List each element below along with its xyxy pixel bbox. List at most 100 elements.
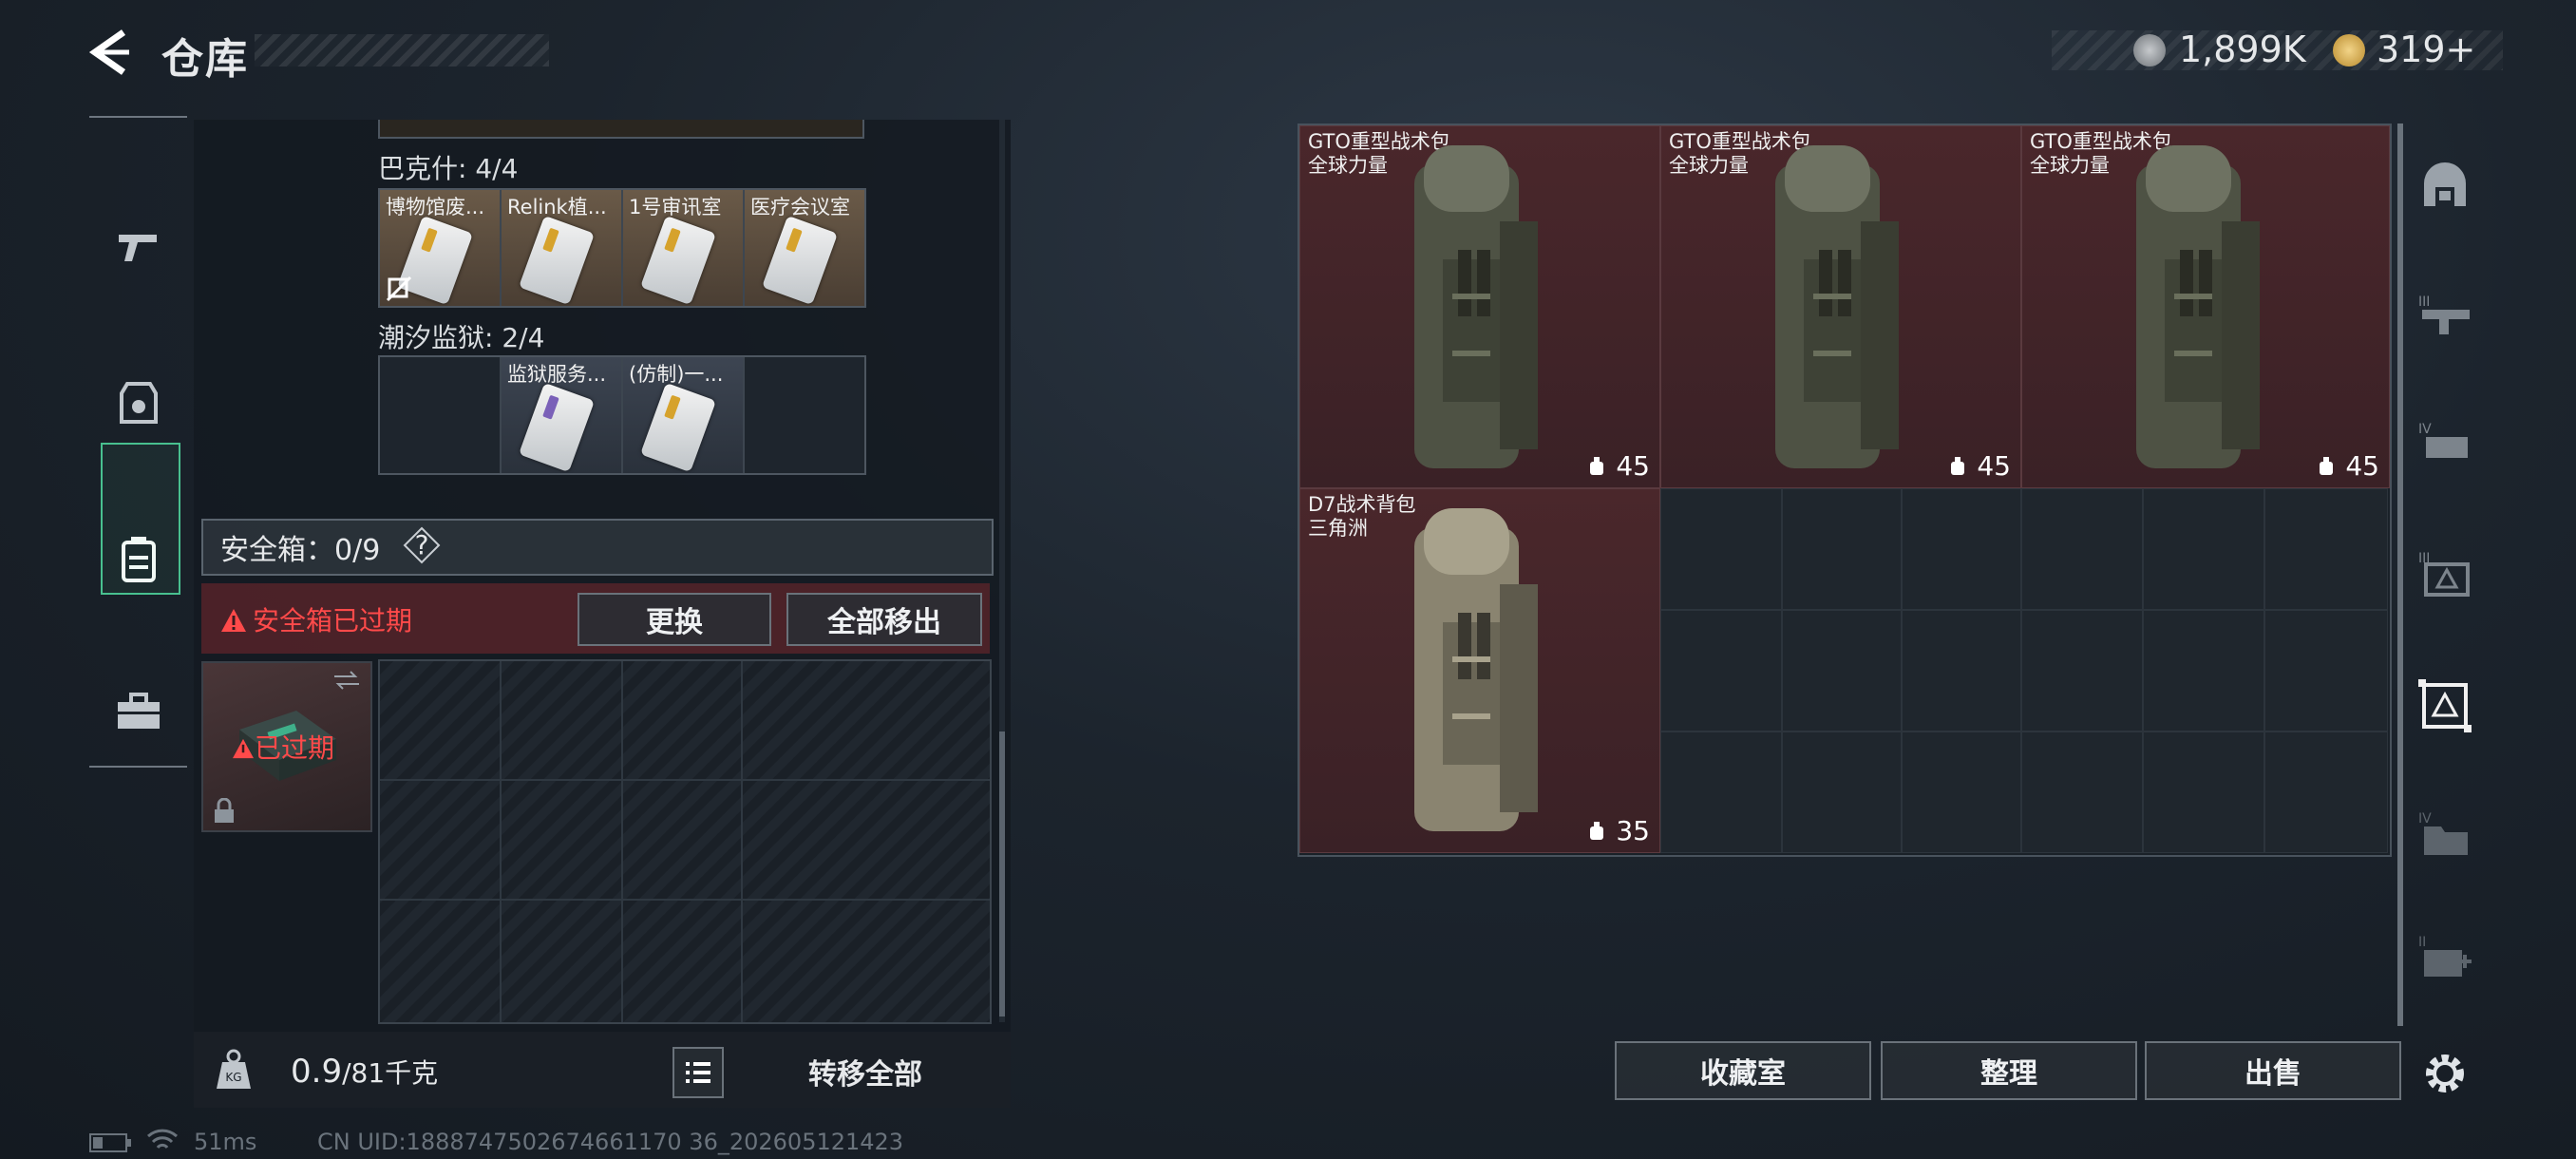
- category-hideout[interactable]: [2409, 124, 2481, 247]
- category-weapons-iii[interactable]: III: [2409, 253, 2481, 376]
- empty-storage-slot[interactable]: [1902, 488, 2021, 610]
- help-label: ?: [414, 529, 429, 560]
- tier4-folder-icon: IV: [2418, 811, 2468, 855]
- bag-brand: 三角洲: [1308, 517, 1368, 540]
- empty-storage-slot[interactable]: [1782, 488, 1902, 610]
- empty-storage-slot[interactable]: [1902, 732, 2021, 853]
- key-grid-tidal-prison: 监狱服务... (仿制)一...: [378, 355, 866, 475]
- transfer-all-button[interactable]: 转移全部: [741, 1043, 990, 1100]
- warning-icon: [233, 738, 254, 759]
- weight-icon: KG: [217, 1049, 251, 1089]
- replace-button[interactable]: 更换: [578, 593, 771, 646]
- bag-item-slot[interactable]: GTO重型战术包 全球力量 45: [1660, 125, 2021, 488]
- bag-item-slot[interactable]: GTO重型战术包 全球力量 45: [1299, 125, 1660, 488]
- empty-storage-slot[interactable]: [2143, 732, 2264, 853]
- safe-box-grid[interactable]: [378, 659, 992, 1024]
- capacity-icon: [2320, 457, 2334, 475]
- ping-readout: 51ms: [194, 1129, 257, 1155]
- key-card-label: 1号审讯室: [629, 196, 722, 218]
- key-card-slot[interactable]: 监狱服务...: [502, 357, 623, 473]
- category-weapons-iv[interactable]: IV: [2409, 380, 2481, 504]
- silver-coin-icon: [2133, 34, 2166, 66]
- empty-storage-slot[interactable]: [2264, 610, 2388, 732]
- expired-badge: 已过期: [232, 728, 334, 766]
- key-card-slot[interactable]: 博物馆废...: [380, 190, 502, 306]
- battery-icon: [89, 1133, 131, 1152]
- empty-storage-slot[interactable]: [1782, 610, 1902, 732]
- bag-item-slot[interactable]: D7战术背包 三角洲 35: [1299, 488, 1660, 853]
- key-card-slot[interactable]: (仿制)一...: [623, 357, 745, 473]
- sell-button[interactable]: 出售: [2145, 1041, 2401, 1100]
- swap-icon: [334, 671, 359, 690]
- svg-text:IV: IV: [2418, 811, 2432, 826]
- tier3-weapon-icon: III: [2418, 294, 2470, 334]
- settings-button[interactable]: [2409, 1045, 2481, 1102]
- group-label-tidal-prison: 潮汐监狱: 2/4: [378, 322, 545, 353]
- backpack-storage-grid: GTO重型战术包全球力量 45 GTO重型战术包全球力量 45 GTO重型战: [1297, 124, 2392, 857]
- group-label-bakesh: 巴克什: 4/4: [378, 153, 519, 184]
- toolbox-icon: [117, 693, 160, 729]
- empty-key-slot[interactable]: [380, 357, 502, 473]
- gold-coin-icon: [2333, 34, 2365, 66]
- empty-key-slot[interactable]: [745, 357, 864, 473]
- empty-storage-slot[interactable]: [1660, 488, 1782, 610]
- key-card-icon: [519, 215, 595, 306]
- empty-storage-slot[interactable]: [2021, 610, 2143, 732]
- category-folder-iv[interactable]: IV: [2409, 771, 2481, 895]
- backpack-image: [1775, 145, 1899, 468]
- bag-capacity: 45: [1947, 450, 2011, 482]
- tier-armor-icon: [2418, 679, 2472, 732]
- key-card-label: (仿制)一...: [629, 363, 724, 386]
- safe-box-warning: 安全箱已过期: [220, 600, 412, 638]
- tier2-medkit-icon: II: [2418, 935, 2472, 977]
- gold-amount[interactable]: 319+: [2377, 28, 2475, 70]
- tier3-armor-icon: III: [2418, 551, 2470, 597]
- nav-toolbox[interactable]: [89, 640, 187, 783]
- bag-capacity-value: 45: [2345, 450, 2379, 482]
- category-medkit-ii[interactable]: II: [2409, 895, 2481, 1018]
- empty-storage-slot[interactable]: [1660, 732, 1782, 853]
- lock-icon: [215, 798, 234, 823]
- back-button[interactable]: [87, 28, 135, 76]
- category-armor-selected[interactable]: [2409, 644, 2481, 768]
- key-card-icon: [640, 215, 716, 306]
- svg-text:III: III: [2418, 294, 2430, 310]
- list-view-button[interactable]: [672, 1047, 724, 1098]
- bag-item-slot[interactable]: GTO重型战术包 全球力量 45: [2021, 125, 2390, 488]
- gun-icon: [118, 235, 157, 261]
- safe-box-item[interactable]: 已过期: [201, 661, 372, 832]
- empty-storage-slot[interactable]: [1782, 732, 1902, 853]
- category-armor-iii[interactable]: III: [2409, 511, 2481, 635]
- bag-capacity-value: 45: [1977, 450, 2011, 482]
- empty-storage-slot[interactable]: [2143, 488, 2264, 610]
- page-title: 仓库: [161, 35, 249, 84]
- empty-storage-slot[interactable]: [2264, 488, 2388, 610]
- bag-capacity-value: 45: [1616, 450, 1650, 482]
- help-button[interactable]: ?: [403, 526, 441, 564]
- key-card-slot[interactable]: 医疗会议室: [745, 190, 864, 306]
- left-scroll-thumb[interactable]: [999, 732, 1005, 1016]
- left-nav: [89, 116, 187, 768]
- svg-text:II: II: [2418, 935, 2426, 950]
- wifi-icon: [146, 1129, 179, 1150]
- collection-room-button[interactable]: 收藏室: [1615, 1041, 1871, 1100]
- organize-button[interactable]: 整理: [1881, 1041, 2137, 1100]
- nav-gun[interactable]: [89, 175, 187, 317]
- right-scroll-thumb[interactable]: [2397, 124, 2403, 1026]
- warning-icon: [221, 609, 246, 632]
- empty-storage-slot[interactable]: [1902, 610, 2021, 732]
- empty-storage-slot[interactable]: [1660, 610, 1782, 732]
- bag-brand: 全球力量: [1308, 154, 1388, 177]
- key-card-slot[interactable]: 1号审讯室: [623, 190, 745, 306]
- empty-storage-slot[interactable]: [2143, 610, 2264, 732]
- key-card-icon: [519, 382, 595, 473]
- empty-storage-slot[interactable]: [2021, 488, 2143, 610]
- key-card-slot[interactable]: Relink植...: [502, 190, 623, 306]
- weight-current: 0.9: [291, 1053, 343, 1091]
- weight-capacity: /81千克: [342, 1057, 439, 1089]
- empty-storage-slot[interactable]: [2264, 732, 2388, 853]
- empty-storage-slot[interactable]: [2021, 732, 2143, 853]
- key-card-label: 博物馆废...: [386, 196, 485, 218]
- remove-all-button[interactable]: 全部移出: [786, 593, 982, 646]
- key-card-icon: [762, 215, 838, 306]
